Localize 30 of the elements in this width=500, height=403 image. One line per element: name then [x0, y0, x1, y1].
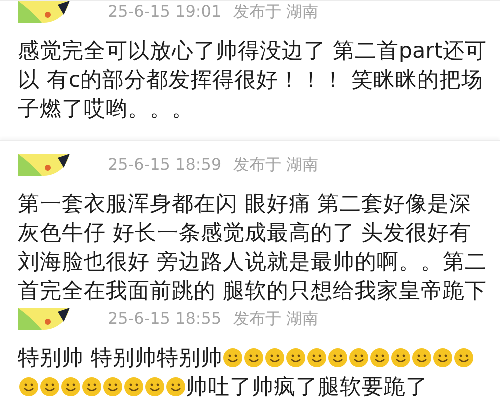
smiley-emoji-icon [244, 348, 264, 368]
smiley-emoji-icon [40, 377, 60, 397]
comment-text: 特别帅 特别帅特别帅 [18, 346, 223, 371]
smiley-emoji-icon [391, 348, 412, 368]
smiley-emoji-icon [412, 348, 432, 368]
smiley-emoji-icon [82, 377, 102, 397]
smiley-emoji-icon [370, 348, 390, 368]
smiley-emoji-icon [60, 377, 80, 397]
comment-time: 25-6-15 19:01 [108, 4, 222, 20]
smiley-emoji-icon [328, 348, 348, 368]
smiley-emoji-icon [454, 348, 474, 368]
smiley-emoji-icon [265, 348, 286, 368]
smiley-emoji-icon [349, 348, 370, 368]
smiley-emoji-icon [166, 377, 186, 397]
comment-text: 感觉完全可以放心了帅得没边了 第二首part还可以 有c的部分都发挥得很好！！！ 笑眯眯的把场子燃了哎哟。。。 [18, 39, 487, 122]
smiley-emoji-icon [18, 377, 38, 397]
comment-location: 发布于 湖南 [234, 4, 319, 20]
comment-time: 25-6-15 18:55 [108, 311, 222, 327]
comment-location: 发布于 湖南 [234, 157, 319, 173]
smiley-emoji-icon [433, 348, 454, 368]
smiley-emoji-icon [223, 348, 244, 368]
comment-time: 25-6-15 18:59 [108, 157, 222, 173]
smiley-emoji-icon [286, 348, 306, 368]
comment-text: 帅吐了帅疯了腿软要跪了 [186, 375, 428, 400]
comment-location: 发布于 湖南 [234, 311, 319, 327]
comment-text: 第一套衣服浑身都在闪 眼好痛 第二套好像是深灰色牛仔 好长一条感觉成最高的了 头发很好有刘海脸也很好 旁边路人说就是最帅的啊。。第二首完全在我面前跳的 腿软的只想给我家皇帝跪下 [18, 192, 487, 304]
smiley-emoji-icon [307, 348, 328, 368]
smiley-emoji-icon [144, 377, 164, 397]
smiley-emoji-icon [124, 377, 144, 397]
smiley-emoji-icon [102, 377, 122, 397]
